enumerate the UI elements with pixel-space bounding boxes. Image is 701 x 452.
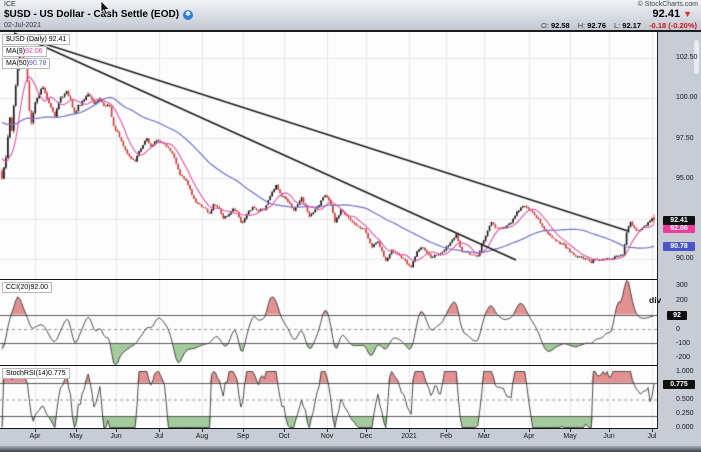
stochrsi-axis-label: 0.250 xyxy=(676,410,694,417)
stochrsi-value-badge: 0.775 xyxy=(663,380,695,389)
change-value: -0.18 (-0.20%) xyxy=(649,21,697,30)
cci-axis-label: 200 xyxy=(676,297,688,304)
date-axis-label: May xyxy=(555,433,585,440)
price-axis-label: 90.00 xyxy=(676,255,694,262)
date-axis-tick xyxy=(327,429,328,432)
date-axis-label: Jul xyxy=(144,433,174,440)
low-label: L: xyxy=(614,21,620,30)
info-icon[interactable]: ✱ xyxy=(183,10,193,20)
cci-value: 92.00 xyxy=(31,284,49,291)
date-axis-label: Jul xyxy=(637,433,667,440)
date-axis-label: Dec xyxy=(351,433,381,440)
date-axis-tick xyxy=(243,429,244,432)
stockcharts-window: ICE $USD - US Dollar - Cash Settle (EOD)… xyxy=(0,0,701,452)
cci-panel-canvas xyxy=(0,280,658,365)
open-label: O: xyxy=(541,21,549,30)
date-axis-label: Jun xyxy=(594,433,624,440)
stochrsi-axis-label: 0.000 xyxy=(676,424,694,431)
last-price-badge: 92.41 xyxy=(663,216,695,225)
date-axis-label: Apr xyxy=(514,433,544,440)
date-axis-tick xyxy=(529,429,530,432)
date-axis-tick xyxy=(609,429,610,432)
price-axis-label: 95.00 xyxy=(676,175,694,182)
stochrsi-legend: StochRSI(14) 0.775 xyxy=(2,368,70,379)
exchange-label: ICE xyxy=(4,1,16,8)
date-axis-tick xyxy=(570,429,571,432)
stochrsi-panel-canvas xyxy=(0,366,658,428)
cci-legend: CCI(20) 92.00 xyxy=(2,282,52,293)
stochrsi-axis-label: 1.000 xyxy=(676,368,694,375)
ma50-price-badge: 90.78 xyxy=(663,242,695,251)
date-axis-label: Mar xyxy=(469,433,499,440)
price-axis-label: 102.50 xyxy=(676,54,697,61)
price-legend: $USD (Daily) 92.41 MA(9) 92.06 MA(50) 90… xyxy=(2,34,70,70)
panel-separator xyxy=(0,365,658,367)
date-axis-tick xyxy=(159,429,160,432)
high-label: H: xyxy=(578,21,586,30)
date-axis-label: 2021 xyxy=(394,433,424,440)
plot-right-border xyxy=(657,32,658,429)
ma9-price-badge: 92.06 xyxy=(663,224,695,233)
date-axis-tick xyxy=(484,429,485,432)
last-price-row: 92.41 ▼ xyxy=(653,8,692,20)
cci-axis-label: 0 xyxy=(676,326,680,333)
price-axis-label: 97.50 xyxy=(676,135,694,142)
cci-axis-label: 300 xyxy=(676,282,688,289)
date-axis-tick xyxy=(366,429,367,432)
date-axis-tick xyxy=(116,429,117,432)
date-axis: Apr May Jun Jul Aug Sep Oct Nov Dec 2021 Feb Mar Apr… xyxy=(0,429,701,446)
date-axis-label: Oct xyxy=(269,433,299,440)
cci-axis-label: -200 xyxy=(676,354,690,361)
stochrsi-axis-label: 0.500 xyxy=(676,396,694,403)
price-axis-label: 100.00 xyxy=(676,94,697,101)
legend-ma9: MA(9) 92.06 xyxy=(2,46,47,57)
date-axis-label: Apr xyxy=(20,433,50,440)
last-price: 92.41 xyxy=(653,8,681,20)
date-axis-tick xyxy=(446,429,447,432)
date-axis-label: Aug xyxy=(187,433,217,440)
date-axis-tick xyxy=(76,429,77,432)
open-value: 92.58 xyxy=(551,21,570,30)
date-axis-tick xyxy=(284,429,285,432)
bottom-frame-bar xyxy=(0,446,701,452)
ma9-value: 92.06 xyxy=(25,48,43,55)
date-axis-tick xyxy=(652,429,653,432)
price-chart-canvas xyxy=(0,32,658,279)
down-arrow-icon: ▼ xyxy=(683,10,692,19)
cci-value-badge: 92 xyxy=(667,311,687,320)
date-axis-label: Sep xyxy=(228,433,258,440)
legend-ma50: MA(50) 90.78 xyxy=(2,58,50,69)
date-axis-label: Jun xyxy=(101,433,131,440)
legend-symbol: $USD (Daily) 92.41 xyxy=(2,34,70,45)
chart-date: 02-Jul-2021 xyxy=(4,22,41,29)
date-axis-tick xyxy=(409,429,410,432)
mouse-cursor-icon xyxy=(100,1,111,16)
low-value: 92.17 xyxy=(622,21,641,30)
chart-title: $USD - US Dollar - Cash Settle (EOD) xyxy=(4,9,179,20)
cci-axis-label: -100 xyxy=(676,340,690,347)
panel-separator xyxy=(0,279,658,281)
date-axis-label: Feb xyxy=(431,433,461,440)
stochrsi-value: 0.775 xyxy=(48,370,66,377)
date-axis-label: May xyxy=(61,433,91,440)
ohlc-quote-row: O:92.58 H:92.76 L:92.17 -0.18 (-0.20%) xyxy=(541,21,697,30)
date-axis-tick xyxy=(35,429,36,432)
copyright: © StockCharts.com xyxy=(638,1,698,8)
divergence-annotation: div xyxy=(649,295,661,305)
high-value: 92.76 xyxy=(587,21,606,30)
ma50-value: 90.78 xyxy=(29,60,47,67)
date-axis-tick xyxy=(202,429,203,432)
date-axis-label: Nov xyxy=(312,433,342,440)
